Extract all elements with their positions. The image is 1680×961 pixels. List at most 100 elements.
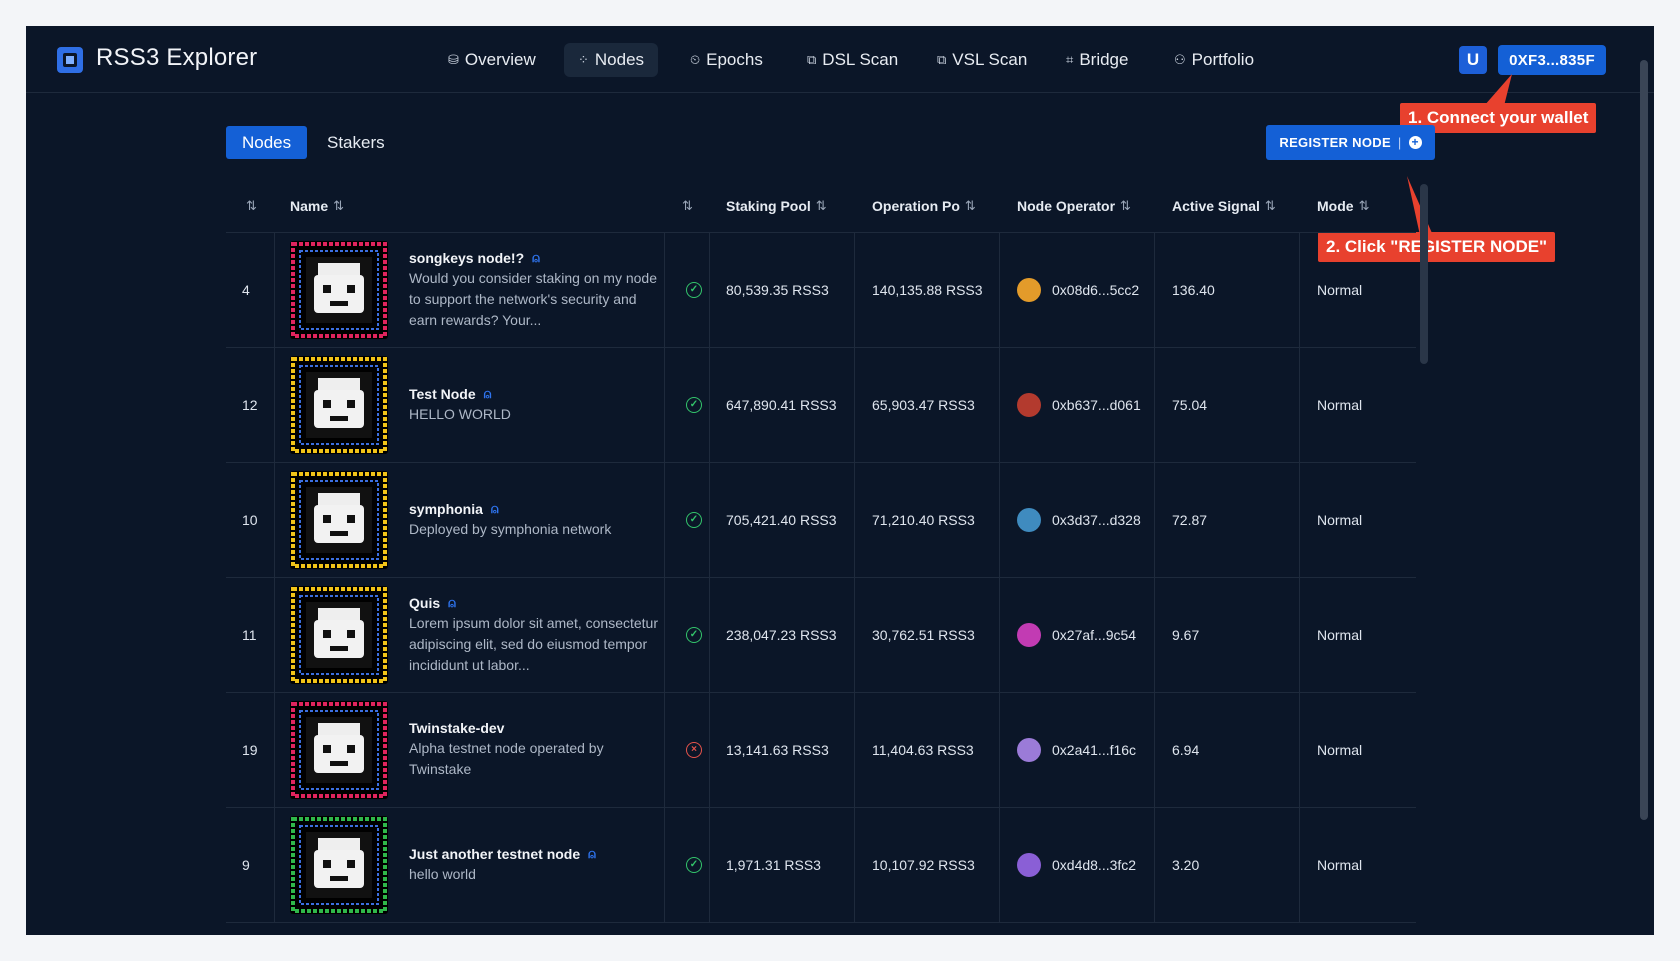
check-circle-icon: ✓ [686, 282, 702, 298]
nav-label: Overview [464, 50, 536, 69]
column-divider [664, 463, 665, 577]
sort-icon: ⇅ [1264, 198, 1276, 213]
operator-address: 0x08d6...5cc2 [1052, 282, 1140, 298]
table-row[interactable]: 10 symphonia ⍝ Deployed by symphonia net… [226, 463, 1416, 578]
brand-title[interactable]: RSS3 Explorer [96, 44, 257, 72]
node-operator[interactable]: 0x08d6...5cc2 [1017, 233, 1139, 347]
node-avatar[interactable] [290, 241, 388, 339]
operator-avatar-icon [1017, 853, 1041, 877]
tab-nodes[interactable]: Nodes [226, 126, 308, 159]
node-mode: Normal [1317, 512, 1363, 528]
user-icon: ⚇ [1174, 52, 1186, 67]
column-divider [664, 693, 665, 807]
column-divider [664, 808, 665, 922]
node-avatar[interactable] [290, 701, 388, 799]
staking-pool-header[interactable]: Staking Pool ⇅ [726, 180, 827, 232]
column-divider [999, 808, 1000, 922]
operator-avatar-icon [1017, 508, 1041, 532]
staking-pool-value: 13,141.63 RSS3 [726, 742, 829, 758]
node-operator[interactable]: 0x3d37...d328 [1017, 463, 1141, 577]
nav-portfolio[interactable]: ⚇ Portfolio [1160, 43, 1268, 77]
node-operator[interactable]: 0xd4d8...3fc2 [1017, 808, 1136, 922]
operation-pool-value: 11,404.63 RSS3 [872, 742, 974, 758]
operator-avatar-icon [1017, 738, 1041, 762]
column-divider [709, 233, 710, 347]
node-description: HELLO WORLD [409, 405, 511, 422]
nav-epochs[interactable]: ⏲ Epochs [676, 43, 777, 77]
column-divider [709, 348, 710, 462]
header-label: Active Signal [1172, 198, 1260, 214]
header-label: Staking Pool [726, 198, 811, 214]
node-operator[interactable]: 0x2a41...f16c [1017, 693, 1136, 807]
overview-icon: ⛁ [448, 52, 459, 67]
nav-bridge[interactable]: ⌗ Bridge [1052, 43, 1142, 77]
column-divider [999, 693, 1000, 807]
node-name-row[interactable]: Just another testnet node ⍝ [409, 846, 664, 862]
table-row[interactable]: 19 Twinstake-dev Alpha testnet node oper… [226, 693, 1416, 808]
nav-dsl-scan[interactable]: ⧉ DSL Scan [793, 43, 912, 77]
operator-avatar-icon [1017, 278, 1041, 302]
status-header[interactable]: ⇅ [682, 180, 693, 232]
sort-icon: ⇅ [1120, 198, 1131, 213]
node-avatar[interactable] [290, 471, 388, 569]
nodes-icon: ⁘ [578, 52, 589, 67]
active-signal-header[interactable]: Active Signal ⇅ [1172, 180, 1276, 232]
pixel-avatar-icon [291, 472, 387, 568]
node-mode: Normal [1317, 742, 1363, 758]
mode-header[interactable]: Mode ⇅ [1317, 180, 1369, 232]
node-name-row[interactable]: Test Node ⍝ [409, 386, 664, 402]
sort-rank-header[interactable]: ⇅ [246, 180, 257, 232]
column-divider [854, 463, 855, 577]
column-divider [854, 348, 855, 462]
page-scrollbar[interactable] [1640, 60, 1648, 820]
node-rank: 9 [242, 857, 250, 873]
tab-stakers[interactable]: Stakers [311, 126, 401, 159]
node-name-row[interactable]: Quis ⍝ [409, 595, 664, 611]
column-divider [999, 463, 1000, 577]
node-operator-header[interactable]: Node Operator ⇅ [1017, 180, 1131, 232]
node-avatar[interactable] [290, 356, 388, 454]
node-name-row[interactable]: Twinstake-dev [409, 720, 664, 736]
node-info: Quis ⍝ Lorem ipsum dolor sit amet, conse… [409, 578, 664, 692]
column-divider [709, 808, 710, 922]
sort-icon: ⇅ [815, 198, 827, 213]
nav-nodes[interactable]: ⁘ Nodes [564, 43, 659, 77]
check-circle-icon: ✓ [686, 857, 702, 873]
name-header[interactable]: Name ⇅ [290, 180, 344, 232]
explorer-app: RSS3 Explorer ⛁ Overview ⁘ Nodes ⏲ Epochs ⧉… [26, 26, 1654, 935]
table-row[interactable]: 9 Just another testnet node ⍝ hello worl… [226, 808, 1416, 923]
nav-label: DSL Scan [822, 50, 899, 69]
node-name: songkeys node!? [409, 249, 525, 266]
column-divider [274, 578, 275, 692]
operator-address: 0x2a41...f16c [1052, 742, 1137, 758]
column-divider [1154, 233, 1155, 347]
sort-icon: ⇅ [1358, 198, 1370, 213]
node-info: Test Node ⍝ HELLO WORLD [409, 348, 664, 462]
node-avatar[interactable] [290, 586, 388, 684]
table-row[interactable]: 11 Quis ⍝ Lorem ipsum dolor sit amet, co… [226, 578, 1416, 693]
nav-overview[interactable]: ⛁ Overview [434, 43, 550, 77]
table-row[interactable]: 12 Test Node ⍝ HELLO WORLD ✓ 647,890.41 … [226, 348, 1416, 463]
sort-icon: ⇅ [964, 198, 976, 213]
column-divider [274, 463, 275, 577]
node-description: hello world [409, 865, 476, 882]
table-scrollbar[interactable] [1420, 184, 1428, 364]
column-divider [1154, 348, 1155, 462]
check-circle-icon: ✓ [686, 397, 702, 413]
column-divider [854, 693, 855, 807]
node-operator[interactable]: 0x27af...9c54 [1017, 578, 1136, 692]
node-avatar[interactable] [290, 816, 388, 914]
node-operator[interactable]: 0xb637...d061 [1017, 348, 1141, 462]
active-signal-value: 136.40 [1172, 282, 1215, 298]
column-divider [1299, 808, 1300, 922]
operation-pool-value: 65,903.47 RSS3 [872, 397, 975, 413]
operator-address: 0xb637...d061 [1052, 397, 1141, 413]
register-node-button[interactable]: REGISTER NODE | + [1266, 125, 1435, 160]
rss3-logo-icon[interactable] [56, 46, 84, 74]
table-row[interactable]: 4 songkeys node!? ⍝ Would you consider s… [226, 233, 1416, 348]
operation-pool-header[interactable]: Operation Po ⇅ [872, 180, 976, 232]
node-name-row[interactable]: symphonia ⍝ [409, 501, 664, 517]
nav-vsl-scan[interactable]: ⧉ VSL Scan [923, 43, 1041, 77]
node-name-row[interactable]: songkeys node!? ⍝ [409, 250, 664, 266]
column-divider [854, 808, 855, 922]
